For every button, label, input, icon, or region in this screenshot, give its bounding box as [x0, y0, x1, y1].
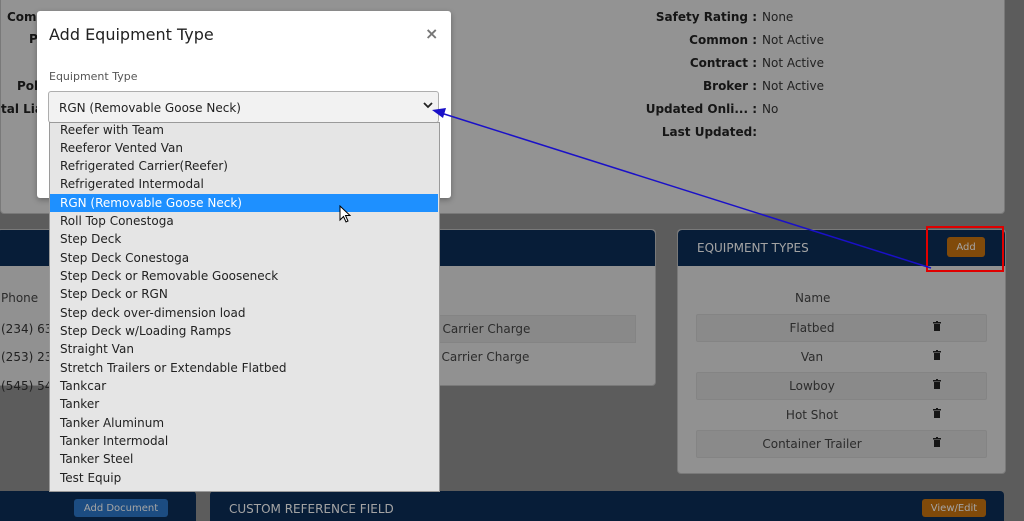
add-equipment-button[interactable]: Add — [947, 237, 985, 257]
phone-header: Phone — [1, 291, 39, 305]
dropdown-option[interactable]: Step Deck — [50, 230, 438, 248]
modal-title: Add Equipment Type — [49, 25, 214, 44]
equipment-row: Flatbed — [696, 314, 987, 342]
last-updated-label: Last Updated: — [661, 125, 757, 139]
broker-value: Not Active — [762, 79, 824, 93]
equipment-type-selected-value: RGN (Removable Goose Neck) — [59, 101, 241, 115]
close-icon[interactable]: × — [425, 24, 438, 43]
dropdown-option[interactable]: Test Equip — [50, 469, 438, 487]
dropdown-option[interactable]: Step Deck or RGN — [50, 285, 438, 303]
dropdown-option[interactable]: Step Deck or Removable Gooseneck — [50, 267, 438, 285]
charge-row-1: m Carrier Charge — [422, 315, 636, 343]
contract-value: Not Active — [762, 56, 824, 70]
equipment-name-header: Name — [795, 291, 831, 305]
dropdown-option[interactable]: Roll Top Conestoga — [50, 212, 438, 230]
mouse-pointer-icon — [339, 205, 351, 223]
dropdown-option[interactable]: Refrigerated Intermodal — [50, 175, 438, 193]
charge-row-2: m Carrier Charge — [422, 344, 634, 370]
equipment-type-dropdown-list[interactable]: Reefer with Team Reeferor Vented Van Ref… — [49, 122, 440, 492]
dropdown-option[interactable]: Reeferor Vented Van — [50, 139, 438, 157]
safety-rating-value: None — [762, 10, 794, 24]
equipment-type-select[interactable]: RGN (Removable Goose Neck) — [48, 91, 439, 123]
dropdown-option[interactable]: Step deck over-dimension load — [50, 304, 438, 322]
equipment-name: Flatbed — [789, 321, 835, 335]
equipment-type-label: Equipment Type — [49, 70, 138, 83]
info-left-label-3: Pol — [17, 79, 39, 93]
common-label: Common : — [689, 33, 757, 47]
dropdown-option[interactable]: Tanker — [50, 395, 438, 413]
chevron-down-icon — [423, 102, 433, 109]
custom-reference-title: CUSTOM REFERENCE FIELD — [229, 502, 394, 516]
dropdown-option[interactable]: Tanker Intermodal — [50, 432, 438, 450]
custom-reference-header: CUSTOM REFERENCE FIELD — [210, 491, 1004, 521]
trash-icon[interactable] — [933, 408, 941, 418]
broker-label: Broker : — [703, 79, 757, 93]
dropdown-option-highlighted[interactable]: RGN (Removable Goose Neck) — [50, 194, 438, 212]
equipment-name: Container Trailer — [762, 437, 862, 451]
add-document-button[interactable]: Add Document — [74, 499, 168, 517]
equipment-row: Lowboy — [696, 372, 987, 400]
dropdown-option[interactable]: Reefer with Team — [50, 123, 438, 139]
trash-icon[interactable] — [933, 437, 941, 447]
contract-label: Contract : — [689, 56, 757, 70]
dropdown-option[interactable]: Step Deck w/Loading Ramps — [50, 322, 438, 340]
updated-online-value: No — [762, 102, 779, 116]
updated-online-label: Updated Onli... : — [645, 102, 757, 116]
dropdown-option[interactable]: Straight Van — [50, 340, 438, 358]
trash-icon[interactable] — [933, 321, 941, 331]
dropdown-option[interactable]: Step Deck Conestoga — [50, 249, 438, 267]
charge-text-1: m Carrier Charge — [427, 322, 531, 336]
common-value: Not Active — [762, 33, 824, 47]
dropdown-option[interactable]: Refrigerated Carrier(Reefer) — [50, 157, 438, 175]
dropdown-option[interactable]: Tankcar — [50, 377, 438, 395]
dropdown-option[interactable]: Stretch Trailers or Extendable Flatbed — [50, 359, 438, 377]
charge-text-2: m Carrier Charge — [426, 350, 530, 364]
equipment-name: Lowboy — [789, 379, 835, 393]
equipment-types-title: EQUIPMENT TYPES — [697, 241, 809, 255]
dropdown-option[interactable]: Tanker Steel — [50, 450, 438, 468]
equipment-name: Hot Shot — [785, 408, 839, 422]
view-edit-button[interactable]: View/Edit — [922, 499, 986, 517]
equipment-name: Van — [800, 350, 824, 364]
safety-rating-label: Safety Rating : — [655, 10, 757, 24]
equipment-row: Container Trailer — [696, 430, 987, 458]
dropdown-option[interactable]: Tanker Aluminum — [50, 414, 438, 432]
trash-icon[interactable] — [933, 350, 941, 360]
equipment-row: Van — [696, 343, 987, 371]
equipment-row: Hot Shot — [696, 401, 987, 429]
trash-icon[interactable] — [933, 379, 941, 389]
